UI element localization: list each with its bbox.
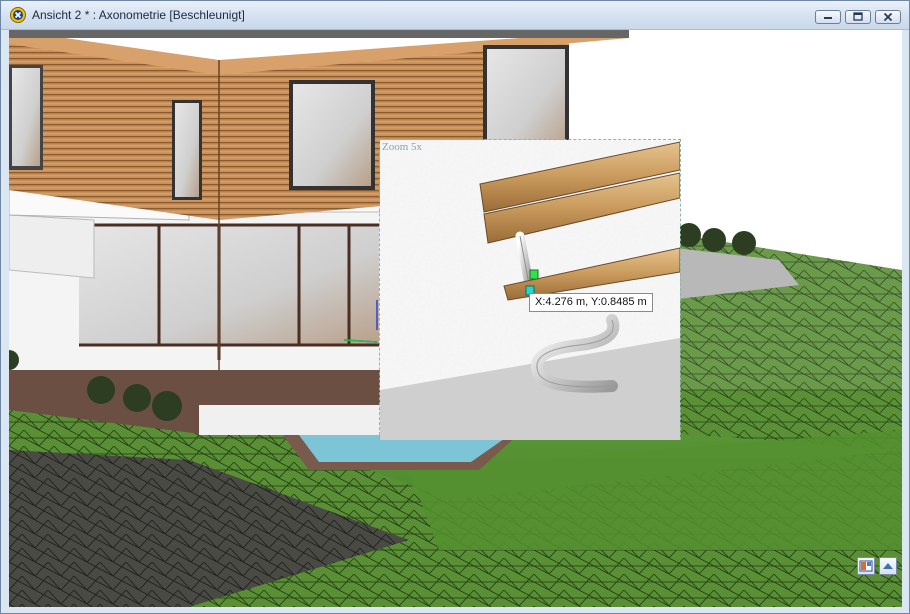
zoomed-bench-detail — [380, 140, 680, 440]
window-title: Ansicht 2 * : Axonometrie [Beschleunigt] — [32, 8, 245, 22]
minimize-icon — [824, 17, 832, 19]
close-x-circle-icon[interactable] — [10, 7, 26, 23]
maximize-icon — [853, 12, 863, 21]
view-window: Ansicht 2 * : Axonometrie [Beschleunigt] — [0, 0, 910, 614]
3d-viewport[interactable]: Zoom 5x X:4.276 m, Y:0.8485 m — [9, 30, 902, 607]
minimize-button[interactable] — [815, 10, 841, 24]
close-button[interactable] — [875, 10, 901, 24]
view-layout-button[interactable] — [857, 557, 875, 575]
scroll-up-arrow-icon — [883, 563, 893, 569]
zoom-level-label: Zoom 5x — [382, 141, 423, 153]
scroll-up-button[interactable] — [879, 557, 897, 575]
cursor-coordinate-tooltip: X:4.276 m, Y:0.8485 m — [529, 293, 653, 312]
close-icon — [883, 12, 893, 22]
zoom-magnifier[interactable]: Zoom 5x — [379, 139, 681, 440]
title-bar[interactable]: Ansicht 2 * : Axonometrie [Beschleunigt] — [1, 1, 909, 30]
maximize-button[interactable] — [845, 10, 871, 24]
view-layout-icon — [859, 560, 873, 572]
